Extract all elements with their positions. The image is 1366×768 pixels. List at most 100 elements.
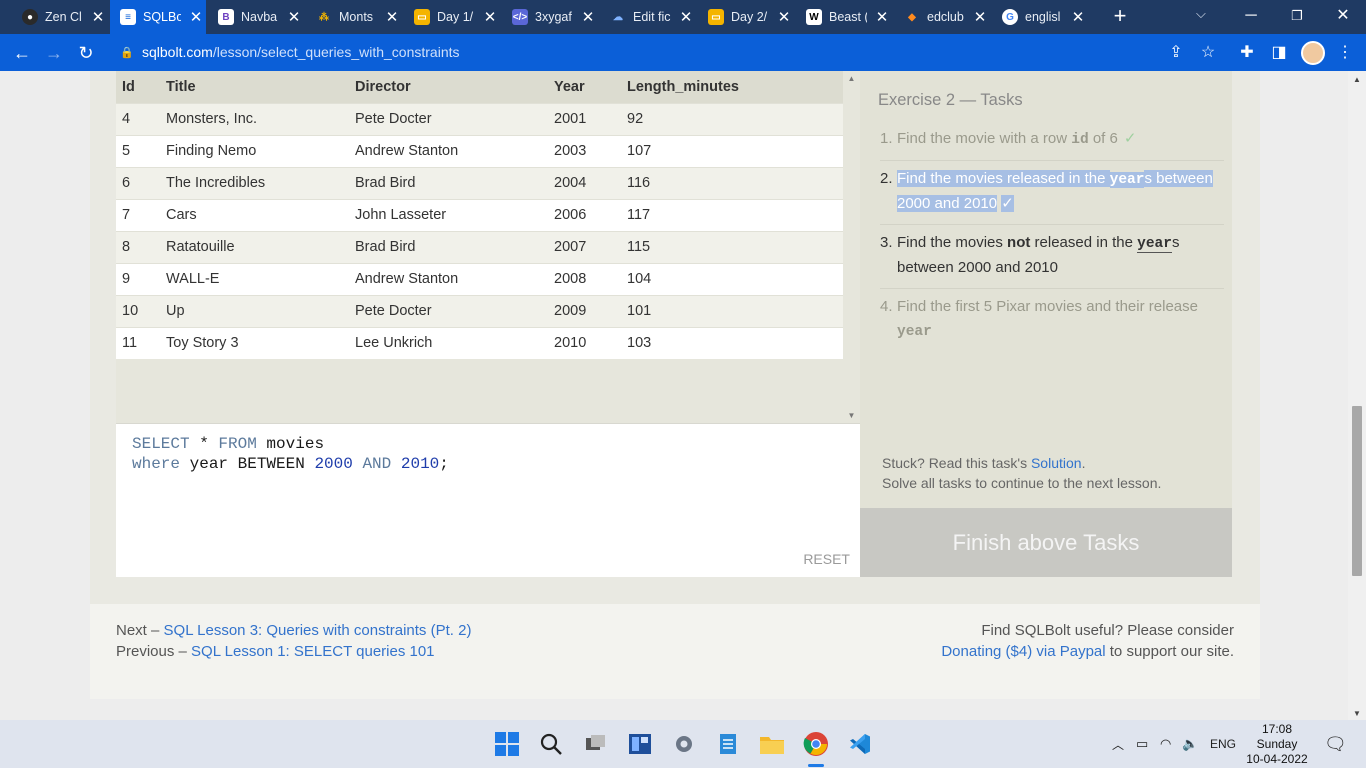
tab-label: Navba	[241, 10, 278, 24]
scroll-up-icon[interactable]: ▲	[843, 74, 860, 83]
table-row: 5 Finding Nemo Andrew Stanton 2003 107	[116, 134, 843, 167]
task-code: year	[897, 324, 932, 340]
results-scrollbar[interactable]: ▲ ▼	[843, 71, 860, 423]
finish-tasks-button[interactable]: Finish above Tasks	[860, 508, 1232, 577]
new-tab-button[interactable]: +	[1108, 4, 1132, 28]
task-view-icon[interactable]	[580, 728, 612, 760]
tab-zen[interactable]: ● Zen Cl ✕	[12, 0, 108, 34]
scroll-down-icon[interactable]: ▼	[843, 411, 860, 420]
scroll-down-icon[interactable]: ▼	[1348, 709, 1366, 718]
sql-code[interactable]: SELECT * FROM movies where year BETWEEN …	[132, 434, 449, 474]
sql-editor[interactable]: SELECT * FROM movies where year BETWEEN …	[116, 423, 860, 577]
tab-navbar[interactable]: B Navba ✕	[208, 0, 304, 34]
browser-tab-bar: ● Zen Cl ✕ ≡ SQLBo ✕ B Navba ✕ ⁂ Monts ✕…	[0, 0, 1366, 34]
sql-keyword: where	[132, 455, 181, 473]
close-tab-icon[interactable]: ✕	[287, 8, 301, 26]
task-item: 4. Find the first 5 Pixar movies and the…	[880, 289, 1224, 352]
extensions-icon[interactable]: ✚	[1235, 41, 1259, 65]
edclub-icon: ◆	[908, 11, 916, 23]
tab-day1[interactable]: ▭ Day 1/ ✕	[404, 0, 500, 34]
tab-day2[interactable]: ▭ Day 2/ ✕	[698, 0, 794, 34]
windows-start-icon[interactable]	[491, 728, 523, 760]
close-tab-icon[interactable]: ✕	[1071, 8, 1085, 26]
cell-year: 2001	[548, 102, 621, 135]
reset-button[interactable]: RESET	[803, 551, 850, 567]
back-icon[interactable]: ←	[9, 40, 35, 66]
close-tab-icon[interactable]: ✕	[973, 8, 987, 26]
monday-icon: ⁂	[319, 11, 329, 23]
slides-icon: ▭	[414, 9, 430, 25]
table-row: 6 The Incredibles Brad Bird 2004 116	[116, 166, 843, 199]
solution-link[interactable]: Solution	[1031, 455, 1082, 471]
close-tab-icon[interactable]: ✕	[679, 8, 693, 26]
close-tab-icon[interactable]: ✕	[777, 8, 791, 26]
battery-icon[interactable]: ▭	[1136, 720, 1148, 768]
notepad-icon[interactable]	[712, 728, 744, 760]
tab-edit[interactable]: ☁ Edit fic ✕	[600, 0, 696, 34]
clock-date: 10-04-2022	[1246, 752, 1308, 766]
tab-english[interactable]: G englisl ✕	[992, 0, 1096, 34]
side-panel-icon[interactable]: ◨	[1267, 41, 1291, 65]
sqlbolt-icon: ≡	[120, 9, 136, 25]
search-icon[interactable]	[535, 728, 567, 760]
cell-year: 2006	[548, 198, 621, 231]
scroll-up-icon[interactable]: ▲	[1348, 75, 1366, 84]
query-results: Id Title Director Year Length_minutes 4 …	[116, 71, 843, 423]
vscode-icon[interactable]	[844, 728, 876, 760]
forward-icon[interactable]: →	[41, 40, 67, 66]
cell-id: 5	[116, 134, 160, 167]
donate-link[interactable]: Donating ($4) via Paypal	[941, 643, 1105, 660]
close-tab-icon[interactable]: ✕	[385, 8, 399, 26]
cell-year: 2007	[548, 230, 621, 263]
lesson-footer: Next – SQL Lesson 3: Queries with constr…	[90, 604, 1260, 699]
settings-gear-icon[interactable]	[668, 728, 700, 760]
next-lesson-link[interactable]: SQL Lesson 3: Queries with constraints (…	[164, 622, 472, 639]
cell-title: Ratatouille	[160, 230, 349, 263]
language-indicator[interactable]: ENG	[1210, 720, 1236, 768]
task-number: 1.	[880, 130, 893, 147]
cell-length: 104	[621, 262, 843, 295]
volume-icon[interactable]: 🔈	[1182, 720, 1198, 768]
close-tab-icon[interactable]: ✕	[189, 8, 203, 26]
cell-title: Toy Story 3	[160, 326, 349, 359]
code-icon: </>	[512, 9, 528, 25]
file-explorer-icon[interactable]	[756, 728, 788, 760]
show-hidden-icons-chevron-icon[interactable]: ︿	[1112, 720, 1124, 768]
close-window-icon[interactable]: ✕	[1320, 0, 1366, 34]
wifi-icon[interactable]: ◠	[1160, 720, 1171, 768]
chrome-icon[interactable]	[800, 728, 832, 760]
tab-monts[interactable]: ⁂ Monts ✕	[306, 0, 402, 34]
previous-prefix: Previous –	[116, 643, 192, 660]
cell-length: 101	[621, 294, 843, 327]
close-tab-icon[interactable]: ✕	[875, 8, 889, 26]
cell-length: 117	[621, 198, 843, 231]
sql-text: *	[189, 435, 219, 453]
close-tab-icon[interactable]: ✕	[581, 8, 595, 26]
menu-kebab-icon[interactable]: ⋮	[1333, 41, 1357, 65]
tab-3xygaf[interactable]: </> 3xygaf ✕	[502, 0, 598, 34]
scrollbar-thumb[interactable]	[1352, 406, 1362, 576]
system-clock[interactable]: 17:08 Sunday 10-04-2022	[1240, 722, 1314, 767]
address-bar[interactable]: 🔒 sqlbolt.com/lesson/select_queries_with…	[110, 37, 1230, 67]
close-tab-icon[interactable]: ✕	[91, 8, 105, 26]
lock-icon: 🔒	[120, 46, 134, 59]
tab-edclub[interactable]: ◆ edclub ✕	[894, 0, 990, 34]
tab-sqlbolt[interactable]: ≡ SQLBo ✕	[110, 0, 206, 34]
profile-avatar[interactable]	[1301, 41, 1325, 65]
page-scrollbar[interactable]: ▲ ▼	[1348, 71, 1366, 720]
tab-search-chevron-icon[interactable]: ⌵	[1196, 6, 1206, 22]
notifications-icon[interactable]: 🗨	[1324, 720, 1347, 768]
widgets-icon[interactable]	[624, 728, 656, 760]
minimize-icon[interactable]: ─	[1228, 0, 1274, 34]
share-icon[interactable]: ⇪	[1164, 41, 1188, 65]
tab-beast[interactable]: W Beast ( ✕	[796, 0, 892, 34]
reload-icon[interactable]: ↻	[73, 40, 99, 66]
previous-lesson-link[interactable]: SQL Lesson 1: SELECT queries 101	[191, 643, 434, 660]
restore-icon[interactable]: ❐	[1274, 0, 1320, 34]
tab-label: englisl	[1025, 10, 1061, 24]
close-tab-icon[interactable]: ✕	[483, 8, 497, 26]
url-path: /lesson/select_queries_with_constraints	[212, 44, 460, 60]
check-icon: ✓	[1123, 130, 1137, 147]
bookmark-star-icon[interactable]: ☆	[1196, 41, 1220, 65]
table-row: 8 Ratatouille Brad Bird 2007 115	[116, 230, 843, 263]
